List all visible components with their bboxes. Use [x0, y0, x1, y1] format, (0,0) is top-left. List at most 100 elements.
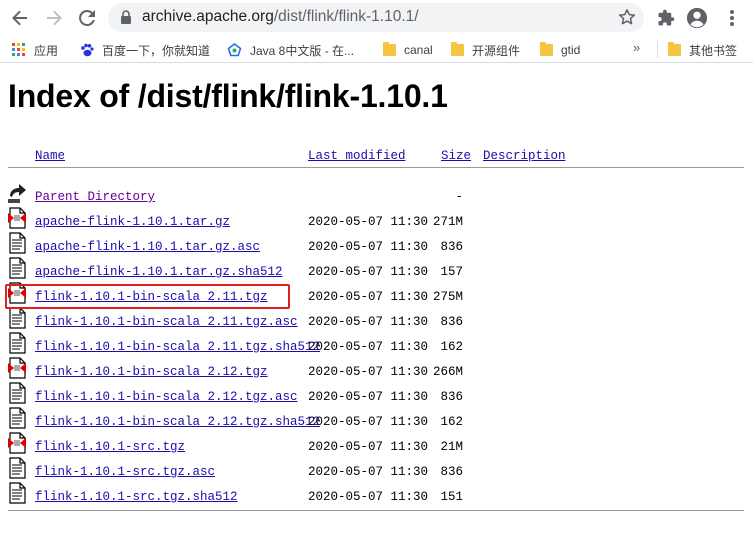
column-header-description[interactable]: Description [483, 149, 566, 163]
file-date: 2020-05-07 11:30 [308, 290, 429, 304]
text-file-icon [9, 482, 26, 504]
text-file-icon [9, 232, 26, 254]
bookmark-apps[interactable]: 应用 [12, 40, 58, 60]
sort-by-size-link[interactable]: Size [441, 149, 471, 163]
reload-button[interactable] [74, 5, 100, 31]
bookmark-label: 百度一下，你就知道 [102, 43, 211, 58]
file-size: 162 [440, 340, 463, 354]
bookmark-label: Java 8中文版 - 在... [250, 43, 355, 58]
parent-size: - [455, 190, 463, 204]
archive-file-icon [8, 207, 26, 229]
url-path: /dist/flink/flink-1.10.1/ [273, 8, 419, 25]
file-link[interactable]: apache-flink-1.10.1.tar.gz.sha512 [35, 265, 283, 279]
folder-icon [383, 42, 396, 56]
file-date: 2020-05-07 11:30 [308, 415, 429, 429]
column-header-last-modified[interactable]: Last modified [308, 149, 406, 163]
file-row: flink-1.10.1-bin-scala_2.12.tgz.sha512 20… [0, 407, 753, 440]
bookmarks-overflow-chevron-icon[interactable]: » [633, 40, 640, 55]
file-size: 836 [440, 390, 463, 404]
file-date: 2020-05-07 11:30 [308, 490, 429, 504]
back-arrow-icon [8, 184, 26, 203]
bookmark-star-icon[interactable] [618, 8, 636, 26]
file-link[interactable]: apache-flink-1.10.1.tar.gz [35, 215, 230, 229]
file-date: 2020-05-07 11:30 [308, 215, 429, 229]
file-size: 836 [440, 465, 463, 479]
bookmark-label: gtid [561, 43, 581, 57]
file-row: flink-1.10.1-src.tgz.asc 2020-05-07 11:30… [0, 457, 753, 490]
account-avatar-icon [686, 7, 708, 29]
file-date: 2020-05-07 11:30 [308, 365, 429, 379]
file-size: 157 [440, 265, 463, 279]
file-link[interactable]: flink-1.10.1-src.tgz.asc [35, 465, 215, 479]
back-arrow-icon [12, 10, 27, 26]
file-link[interactable]: flink-1.10.1-bin-scala_2.12.tgz.asc [35, 390, 298, 404]
file-date: 2020-05-07 11:30 [308, 465, 429, 479]
text-file-icon [9, 257, 26, 279]
header-divider [8, 167, 744, 168]
profile-button[interactable] [685, 6, 709, 30]
browser-toolbar: archive.apache.org/dist/flink/flink-1.10… [0, 0, 753, 36]
text-file-icon [9, 407, 26, 429]
bookmark-baidu[interactable]: 百度一下，你就知道 [80, 40, 210, 60]
page-title: Index of /dist/flink/flink-1.10.1 [8, 78, 448, 114]
url-host: archive.apache.org [142, 8, 274, 25]
file-size: 271M [432, 215, 463, 229]
file-row: flink-1.10.1-bin-scala_2.12.tgz.asc 2020-… [0, 382, 753, 415]
file-row: flink-1.10.1-src.tgz 2020-05-07 11:30 21M [0, 432, 753, 465]
apps-grid-icon [12, 43, 26, 57]
bookmark-folder-canal[interactable]: canal [383, 40, 433, 60]
sort-by-name-link[interactable]: Name [35, 149, 65, 163]
file-row: apache-flink-1.10.1.tar.gz.asc 2020-05-07… [0, 232, 753, 265]
lock-icon [121, 10, 131, 24]
file-link[interactable]: flink-1.10.1-src.tgz.sha512 [35, 490, 238, 504]
sort-by-description-link[interactable]: Description [483, 149, 566, 163]
sort-by-date-link[interactable]: Last modified [308, 149, 406, 163]
file-size: 151 [440, 490, 463, 504]
bookmark-folder-gtid[interactable]: gtid [540, 40, 580, 60]
file-link[interactable]: flink-1.10.1-bin-scala_2.11.tgz.sha512 [35, 340, 320, 354]
more-vertical-icon [730, 10, 734, 26]
puzzle-icon [658, 9, 675, 26]
file-size: 21M [440, 440, 463, 454]
archive-file-icon [8, 357, 26, 379]
file-size: 162 [440, 415, 463, 429]
file-size: 836 [440, 240, 463, 254]
file-date: 2020-05-07 11:30 [308, 440, 429, 454]
footer-divider [8, 510, 744, 511]
file-size: 266M [432, 365, 463, 379]
file-link[interactable]: flink-1.10.1-bin-scala_2.11.tgz.asc [35, 315, 298, 329]
folder-icon [668, 42, 681, 56]
archive-file-icon [8, 432, 26, 454]
file-row: flink-1.10.1-src.tgz.sha512 2020-05-07 11… [0, 482, 753, 515]
text-file-icon [9, 332, 26, 354]
file-link[interactable]: flink-1.10.1-bin-scala_2.12.tgz.sha512 [35, 415, 320, 429]
file-link[interactable]: flink-1.10.1-src.tgz [35, 440, 185, 454]
column-header-name[interactable]: Name [35, 149, 65, 163]
file-size: 836 [440, 315, 463, 329]
address-bar[interactable]: archive.apache.org/dist/flink/flink-1.10… [108, 3, 644, 32]
file-date: 2020-05-07 11:30 [308, 265, 429, 279]
directory-listing-page: Index of /dist/flink/flink-1.10.1 Name L… [0, 64, 753, 533]
url-text: archive.apache.org/dist/flink/flink-1.10… [142, 8, 419, 26]
highlight-box [5, 284, 290, 309]
bookmarks-divider [657, 41, 658, 58]
menu-button[interactable] [720, 6, 744, 30]
bookmark-label: canal [404, 43, 433, 57]
column-header-size[interactable]: Size [441, 149, 471, 163]
extensions-button[interactable] [654, 6, 678, 30]
bookmark-java8[interactable]: Java 8中文版 - 在... [227, 40, 354, 60]
file-link[interactable]: apache-flink-1.10.1.tar.gz.asc [35, 240, 260, 254]
file-link[interactable]: flink-1.10.1-bin-scala_2.12.tgz [35, 365, 268, 379]
back-button[interactable] [7, 5, 33, 31]
bookmark-label: 开源组件 [472, 43, 521, 58]
parent-directory-link[interactable]: Parent Directory [35, 190, 155, 204]
bookmark-folder-other[interactable]: 其他书签 [668, 40, 737, 60]
file-row: apache-flink-1.10.1.tar.gz 2020-05-07 11:… [0, 207, 753, 240]
bookmark-folder-open-source[interactable]: 开源组件 [451, 40, 520, 60]
folder-icon [540, 42, 553, 56]
forward-button[interactable] [41, 5, 67, 31]
text-file-icon [9, 382, 26, 404]
file-date: 2020-05-07 11:30 [308, 315, 429, 329]
baidu-paw-icon [80, 43, 94, 57]
reload-icon [79, 9, 95, 26]
